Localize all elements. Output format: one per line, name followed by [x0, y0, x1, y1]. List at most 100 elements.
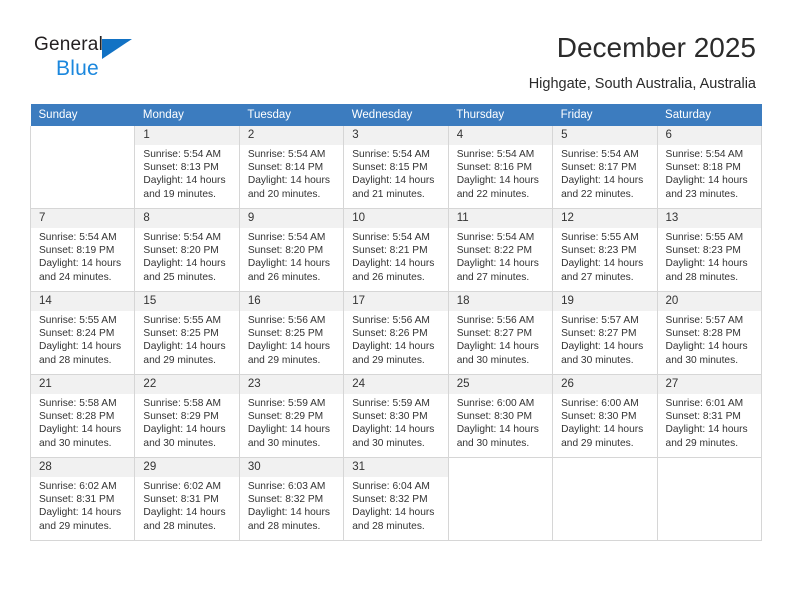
sunrise-text: Sunrise: 5:54 AM [247, 232, 326, 243]
day-sun-info: Sunrise: 5:58 AM Sunset: 8:28 PM Daylight:… [31, 394, 134, 450]
calendar-day-cell[interactable]: 16 Sunrise: 5:56 AM Sunset: 8:25 PM Dayligh… [238, 291, 345, 375]
day-number: 11 [448, 209, 553, 228]
daylight-text: Daylight: 14 hours and 25 minutes. [143, 258, 226, 283]
day-sun-info: Sunrise: 5:57 AM Sunset: 8:27 PM Daylight:… [553, 311, 656, 367]
calendar-day-cell[interactable]: 17 Sunrise: 5:56 AM Sunset: 8:26 PM Dayligh… [343, 291, 449, 375]
sunrise-text: Sunrise: 5:54 AM [561, 149, 639, 160]
calendar-body: 1 Sunrise: 5:54 AM Sunset: 8:13 PM Daylight… [29, 126, 763, 541]
calendar-day-cell[interactable]: 7 Sunrise: 5:54 AM Sunset: 8:19 PM Daylight… [29, 208, 136, 292]
daylight-text: Daylight: 14 hours and 30 minutes. [247, 424, 330, 449]
sunset-text: Sunset: 8:22 PM [456, 245, 533, 257]
day-number: 4 [448, 126, 553, 145]
day-number: 5 [553, 126, 657, 145]
day-sun-info: Sunrise: 5:56 AM Sunset: 8:26 PM Daylight:… [344, 311, 447, 367]
day-number: 9 [239, 209, 344, 228]
calendar-day-cell[interactable]: 15 Sunrise: 5:55 AM Sunset: 8:25 PM Dayligh… [134, 291, 240, 375]
sunrise-text: Sunrise: 6:03 AM [247, 481, 326, 492]
day-sun-info: Sunrise: 6:03 AM Sunset: 8:32 PM Daylight:… [240, 477, 343, 533]
daylight-text: Daylight: 14 hours and 30 minutes. [39, 424, 122, 449]
day-sun-info: Sunrise: 6:00 AM Sunset: 8:30 PM Daylight:… [553, 394, 656, 450]
calendar-day-cell[interactable]: 12 Sunrise: 5:55 AM Sunset: 8:23 PM Dayligh… [552, 208, 658, 292]
calendar-day-cell[interactable]: 19 Sunrise: 5:57 AM Sunset: 8:27 PM Dayligh… [552, 291, 658, 375]
day-number [657, 458, 761, 477]
daylight-text: Daylight: 14 hours and 23 minutes. [665, 175, 748, 200]
sunrise-text: Sunrise: 5:55 AM [39, 315, 117, 326]
sunset-text: Sunset: 8:14 PM [247, 162, 324, 174]
daylight-text: Daylight: 14 hours and 30 minutes. [456, 341, 539, 366]
calendar-day-cell[interactable]: 31 Sunrise: 6:04 AM Sunset: 8:32 PM Dayligh… [343, 457, 449, 541]
calendar-day-cell[interactable]: 30 Sunrise: 6:03 AM Sunset: 8:32 PM Dayligh… [238, 457, 345, 541]
day-number: 14 [31, 292, 135, 311]
calendar-day-cell[interactable]: 18 Sunrise: 5:56 AM Sunset: 8:27 PM Dayligh… [447, 291, 554, 375]
weekday-header-friday: Friday [552, 104, 658, 126]
calendar-day-cell[interactable]: 22 Sunrise: 5:58 AM Sunset: 8:29 PM Dayligh… [134, 374, 240, 458]
daylight-text: Daylight: 14 hours and 30 minutes. [143, 424, 226, 449]
sunset-text: Sunset: 8:28 PM [39, 411, 115, 423]
sunrise-text: Sunrise: 5:58 AM [143, 398, 222, 409]
calendar-day-cell[interactable]: 8 Sunrise: 5:54 AM Sunset: 8:20 PM Daylight… [134, 208, 240, 292]
sunset-text: Sunset: 8:30 PM [561, 411, 637, 423]
sunset-text: Sunset: 8:31 PM [143, 494, 219, 506]
day-sun-info: Sunrise: 5:54 AM Sunset: 8:22 PM Daylight:… [449, 228, 552, 284]
calendar-day-cell[interactable]: 26 Sunrise: 6:00 AM Sunset: 8:30 PM Dayligh… [552, 374, 658, 458]
day-sun-info: Sunrise: 5:55 AM Sunset: 8:25 PM Daylight:… [135, 311, 238, 367]
sunrise-text: Sunrise: 5:54 AM [143, 149, 222, 160]
calendar-day-cell[interactable]: 28 Sunrise: 6:02 AM Sunset: 8:31 PM Dayligh… [29, 457, 136, 541]
calendar-day-cell[interactable]: 14 Sunrise: 5:55 AM Sunset: 8:24 PM Dayligh… [29, 291, 136, 375]
calendar-day-cell[interactable]: 1 Sunrise: 5:54 AM Sunset: 8:13 PM Daylight… [134, 126, 240, 209]
sunrise-text: Sunrise: 5:54 AM [665, 149, 744, 160]
calendar-day-cell[interactable]: 6 Sunrise: 5:54 AM Sunset: 8:18 PM Daylight… [656, 126, 763, 209]
sunset-text: Sunset: 8:31 PM [39, 494, 115, 506]
sunrise-text: Sunrise: 5:57 AM [665, 315, 744, 326]
day-sun-info: Sunrise: 5:56 AM Sunset: 8:27 PM Daylight:… [449, 311, 552, 367]
calendar-day-cell[interactable]: 10 Sunrise: 5:54 AM Sunset: 8:21 PM Dayligh… [343, 208, 449, 292]
calendar-day-cell[interactable]: 2 Sunrise: 5:54 AM Sunset: 8:14 PM Daylight… [238, 126, 345, 209]
day-number: 17 [344, 292, 448, 311]
daylight-text: Daylight: 14 hours and 26 minutes. [352, 258, 435, 283]
calendar-day-cell[interactable]: 11 Sunrise: 5:54 AM Sunset: 8:22 PM Dayligh… [447, 208, 554, 292]
sunrise-text: Sunrise: 5:54 AM [247, 149, 326, 160]
calendar-cell-empty [29, 126, 136, 209]
calendar-day-cell[interactable]: 3 Sunrise: 5:54 AM Sunset: 8:15 PM Daylight… [343, 126, 449, 209]
day-sun-info: Sunrise: 5:54 AM Sunset: 8:19 PM Daylight:… [31, 228, 134, 284]
calendar-day-cell[interactable]: 25 Sunrise: 6:00 AM Sunset: 8:30 PM Dayligh… [447, 374, 554, 458]
daylight-text: Daylight: 14 hours and 27 minutes. [456, 258, 539, 283]
daylight-text: Daylight: 14 hours and 22 minutes. [561, 175, 644, 200]
day-sun-info: Sunrise: 5:59 AM Sunset: 8:30 PM Daylight:… [344, 394, 447, 450]
calendar-day-cell[interactable]: 9 Sunrise: 5:54 AM Sunset: 8:20 PM Daylight… [238, 208, 345, 292]
sunset-text: Sunset: 8:30 PM [352, 411, 428, 423]
sunrise-sunset-calendar: Sunday Monday Tuesday Wednesday Thursday… [29, 104, 763, 541]
sunset-text: Sunset: 8:24 PM [39, 328, 115, 340]
day-number: 3 [344, 126, 448, 145]
sunrise-text: Sunrise: 5:54 AM [456, 232, 535, 243]
calendar-day-cell[interactable]: 4 Sunrise: 5:54 AM Sunset: 8:16 PM Daylight… [447, 126, 554, 209]
daylight-text: Daylight: 14 hours and 30 minutes. [456, 424, 539, 449]
calendar-day-cell[interactable]: 27 Sunrise: 6:01 AM Sunset: 8:31 PM Dayligh… [656, 374, 763, 458]
weekday-header-saturday: Saturday [657, 104, 762, 126]
calendar-day-cell[interactable]: 21 Sunrise: 5:58 AM Sunset: 8:28 PM Dayligh… [29, 374, 136, 458]
day-number: 27 [657, 375, 761, 394]
calendar-day-cell[interactable]: 23 Sunrise: 5:59 AM Sunset: 8:29 PM Dayligh… [238, 374, 345, 458]
calendar-day-cell[interactable]: 24 Sunrise: 5:59 AM Sunset: 8:30 PM Dayligh… [343, 374, 449, 458]
sunset-text: Sunset: 8:26 PM [352, 328, 428, 340]
calendar-day-cell[interactable]: 13 Sunrise: 5:55 AM Sunset: 8:23 PM Dayligh… [656, 208, 763, 292]
day-number: 2 [239, 126, 344, 145]
calendar-day-cell[interactable]: 20 Sunrise: 5:57 AM Sunset: 8:28 PM Dayligh… [656, 291, 763, 375]
sunrise-text: Sunrise: 5:55 AM [143, 315, 222, 326]
daylight-text: Daylight: 14 hours and 30 minutes. [352, 424, 435, 449]
day-number: 28 [31, 458, 135, 477]
generalblue-logo[interactable]: General Blue [34, 34, 154, 82]
day-sun-info: Sunrise: 5:55 AM Sunset: 8:23 PM Daylight:… [553, 228, 656, 284]
sunset-text: Sunset: 8:15 PM [352, 162, 428, 174]
sunrise-text: Sunrise: 5:54 AM [143, 232, 222, 243]
calendar-day-cell[interactable]: 29 Sunrise: 6:02 AM Sunset: 8:31 PM Dayligh… [134, 457, 240, 541]
day-sun-info: Sunrise: 5:59 AM Sunset: 8:29 PM Daylight:… [240, 394, 343, 450]
day-sun-info: Sunrise: 5:54 AM Sunset: 8:14 PM Daylight:… [240, 145, 343, 201]
sunset-text: Sunset: 8:29 PM [247, 411, 324, 423]
sunset-text: Sunset: 8:18 PM [665, 162, 741, 174]
daylight-text: Daylight: 14 hours and 29 minutes. [247, 341, 330, 366]
day-number [448, 458, 553, 477]
calendar-day-cell[interactable]: 5 Sunrise: 5:54 AM Sunset: 8:17 PM Daylight… [552, 126, 658, 209]
day-number: 23 [239, 375, 344, 394]
daylight-text: Daylight: 14 hours and 28 minutes. [247, 507, 330, 532]
